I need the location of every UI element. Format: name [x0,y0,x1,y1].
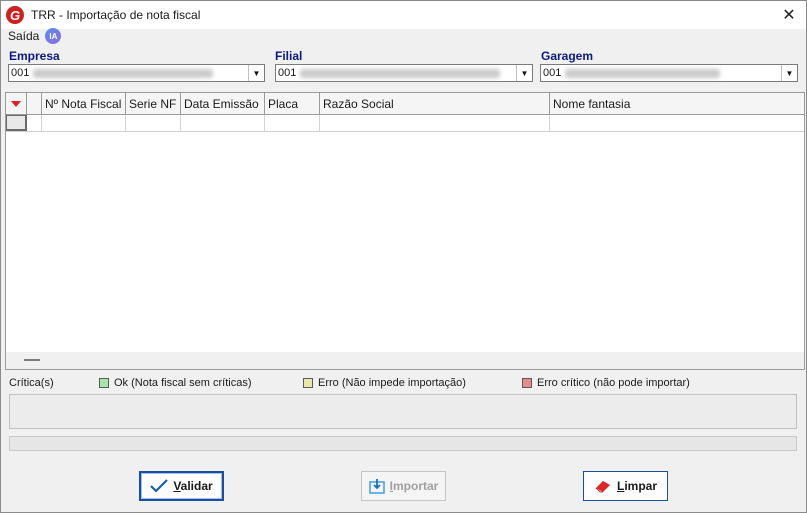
criticas-legend: Crítica(s) Ok (Nota fiscal sem críticas)… [9,377,798,391]
grid-header: Nº Nota Fiscal Serie NF Data Emissão Pla… [6,93,804,115]
filial-code: 001 [278,67,297,79]
cell-serie-nf[interactable] [126,115,181,131]
limpar-button[interactable]: Limpar [583,471,668,501]
legend-erro: Erro (Não impede importação) [303,377,466,389]
nota-fiscal-grid[interactable]: Nº Nota Fiscal Serie NF Data Emissão Pla… [5,92,805,370]
col-header-nome-fantasia[interactable]: Nome fantasia [550,93,804,115]
title-bar: G TRR - Importação de nota fiscal ✕ [1,1,806,29]
table-row[interactable] [6,115,804,132]
filter-arrow-icon [11,101,21,107]
garagem-combo[interactable]: 001 ▼ [540,64,798,82]
legend-erro-critico-swatch [522,378,532,388]
row-indicator[interactable] [6,115,27,131]
filial-dropdown-arrow-icon[interactable]: ▼ [516,65,532,81]
empresa-label: Empresa [9,49,60,63]
eraser-icon [594,479,612,493]
col-header-numero-nota[interactable]: Nº Nota Fiscal [42,93,126,115]
close-button[interactable]: ✕ [778,4,800,26]
validar-button[interactable]: Validar [139,471,224,501]
legend-erro-critico: Erro crítico (não pode importar) [522,377,690,389]
col-header-placa[interactable]: Placa [265,93,320,115]
legend-ok-swatch [99,378,109,388]
legend-erro-swatch [303,378,313,388]
col-header-razao-social[interactable]: Razão Social [320,93,550,115]
cell-numero-nota[interactable] [42,115,126,131]
cell-data-emissao[interactable] [181,115,265,131]
criticas-label: Crítica(s) [9,377,54,389]
menu-item-saida[interactable]: Saída [8,29,39,43]
col-header-serie-nf[interactable]: Serie NF [126,93,181,115]
window-title: TRR - Importação de nota fiscal [31,8,201,22]
grid-footer [6,352,804,369]
col-header-data-emissao[interactable]: Data Emissão [181,93,265,115]
legend-erro-label: Erro (Não impede importação) [318,377,466,389]
criticas-textarea[interactable] [9,394,797,429]
cell-placa[interactable] [265,115,320,131]
legend-ok: Ok (Nota fiscal sem críticas) [99,377,252,389]
garagem-name-redacted [565,68,721,78]
empresa-combo[interactable]: 001 ▼ [8,64,265,82]
validar-label: Validar [173,479,213,493]
cell-nome-fantasia[interactable] [550,115,804,131]
cell-razao-social[interactable] [320,115,550,131]
grid-header-select[interactable] [27,93,42,115]
ia-icon[interactable]: IA [45,28,62,44]
legend-erro-critico-label: Erro crítico (não pode importar) [537,377,690,389]
dialog-window: G TRR - Importação de nota fiscal ✕ Saíd… [0,0,807,513]
grid-filter-dropdown[interactable] [6,93,27,115]
garagem-dropdown-arrow-icon[interactable]: ▼ [781,65,797,81]
filial-name-redacted [300,68,501,78]
splitter-handle[interactable] [24,359,40,361]
app-logo-icon: G [6,6,24,24]
legend-ok-label: Ok (Nota fiscal sem críticas) [114,377,252,389]
row-select-cell[interactable] [27,115,42,131]
menu-bar: Saída IA [8,28,62,44]
empresa-name-redacted [33,68,214,78]
import-icon [368,478,385,494]
progress-bar [9,436,797,451]
limpar-label: Limpar [616,479,658,493]
filial-label: Filial [275,49,303,63]
empresa-code: 001 [11,67,30,79]
importar-button[interactable]: Importar [361,471,446,501]
empresa-dropdown-arrow-icon[interactable]: ▼ [248,65,264,81]
check-icon [150,479,169,493]
garagem-code: 001 [543,67,562,79]
filial-combo[interactable]: 001 ▼ [275,64,533,82]
garagem-label: Garagem [541,49,594,63]
importar-label: Importar [389,479,439,493]
